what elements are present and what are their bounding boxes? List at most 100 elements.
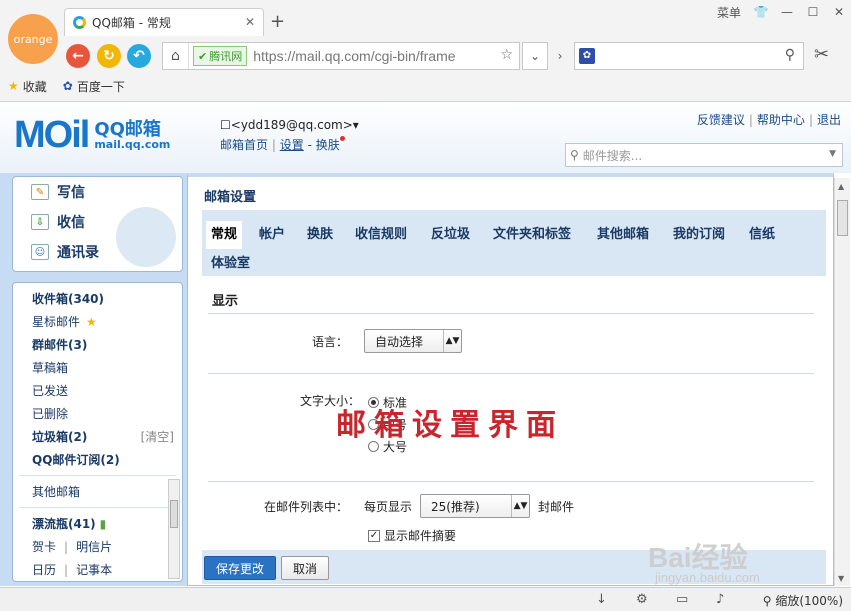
divider [208, 313, 814, 314]
folder-starred[interactable]: 星标邮件 ★ [13, 310, 182, 333]
shield-icon: ✔ [198, 49, 208, 63]
tab-rules[interactable]: 收信规则 [351, 221, 411, 249]
compose-button[interactable]: ✎ 写信 [13, 177, 182, 207]
folder-subscriptions[interactable]: QQ邮件订阅(2) [13, 448, 182, 471]
sidebar-scroll-thumb[interactable] [170, 500, 178, 528]
apps-row-1: 贺卡 | 明信片 [32, 538, 113, 555]
close-window-icon[interactable]: ✕ [827, 5, 851, 19]
folder-list: 收件箱(340) 星标邮件 ★ 群邮件(3) 草稿箱 已发送 已删除 垃圾箱(2)… [12, 282, 183, 582]
section-display-title: 显示 [212, 294, 239, 309]
home-icon[interactable]: ⌂ [163, 43, 189, 69]
scroll-up-icon[interactable]: ▲ [838, 182, 844, 191]
search-icon[interactable]: ⚲ [785, 47, 795, 63]
browser-search-input[interactable]: ✿ ⚲ [574, 42, 804, 70]
star-icon: ★ [86, 314, 97, 329]
show-summary-checkbox[interactable]: ✓ 显示邮件摘要 [368, 527, 456, 544]
mail-search-input[interactable]: ⚲ 邮件搜索... ▼ [565, 143, 843, 167]
brand-name: QQ邮箱 [94, 118, 161, 140]
tab-stationery[interactable]: 信纸 [745, 221, 779, 249]
penguin-decoration [116, 207, 176, 267]
tab-close-icon[interactable]: ✕ [245, 15, 255, 29]
tab-account[interactable]: 帐户 [255, 221, 289, 249]
tab-title: QQ邮箱 - 常规 [92, 16, 171, 30]
bookmark-baidu[interactable]: ✿ 百度一下 [63, 78, 125, 95]
shirt-icon[interactable]: 👕 [749, 5, 773, 19]
baidu-paw-icon: ✿ [579, 48, 595, 64]
bookmarks-bar: ★ 收藏 ✿ 百度一下 [0, 74, 851, 98]
folder-drafts[interactable]: 草稿箱 [13, 356, 182, 379]
postcard-link[interactable]: 明信片 [76, 538, 112, 555]
browser-logo[interactable]: orange [8, 14, 58, 64]
tab-other-mailbox[interactable]: 其他邮箱 [593, 221, 653, 249]
page-title: 邮箱设置 [204, 190, 257, 205]
speaker-icon[interactable]: ♪ [716, 592, 724, 607]
bookmark-favorites[interactable]: ★ 收藏 [8, 78, 47, 95]
baidu-paw-icon: ✿ [62, 79, 73, 93]
address-url[interactable]: https://mail.qq.com/cgi-bin/frame [253, 48, 483, 64]
dropdown-icon[interactable]: ▼ [829, 149, 836, 159]
empty-spam-link[interactable]: [清空] [141, 428, 174, 445]
checkbox-checked-icon: ✓ [368, 529, 380, 542]
download-icon[interactable]: ↓ [596, 592, 607, 607]
browser-tab[interactable]: QQ邮箱 - 常规 ✕ [64, 8, 264, 36]
mail-logo-mark: MOil [14, 114, 90, 156]
tab-labs[interactable]: 体验室 [207, 250, 254, 278]
overlay-caption: 邮箱设置界面 [336, 408, 564, 443]
language-select[interactable]: 自动选择 ▲▼ [364, 329, 462, 353]
tab-favicon-icon [73, 16, 86, 29]
settings-link[interactable]: 设置 [280, 138, 304, 152]
mail-home-link[interactable]: 邮箱首页 [220, 138, 268, 152]
tab-subscriptions[interactable]: 我的订阅 [669, 221, 729, 249]
feedback-link[interactable]: 反馈建议 [697, 113, 745, 127]
qqmail-logo[interactable]: MOil QQ邮箱 mail.qq.com [14, 114, 170, 157]
folder-sent[interactable]: 已发送 [13, 379, 182, 402]
zoom-level[interactable]: ⚲ 缩放(100%) [763, 592, 843, 609]
back-button[interactable]: ← [66, 44, 90, 68]
greeting-card-link[interactable]: 贺卡 [32, 538, 56, 555]
star-icon: ★ [8, 79, 19, 93]
page-scroll-thumb[interactable] [837, 200, 848, 236]
undo-button[interactable]: ↶ [127, 44, 151, 68]
per-page-select[interactable]: 25(推荐) ▲▼ [420, 494, 530, 518]
window-menu-button[interactable]: 菜单 [711, 4, 747, 21]
new-tab-button[interactable]: + [270, 11, 285, 32]
folder-spam[interactable]: 垃圾箱(2) [清空] [13, 425, 182, 448]
tab-folders[interactable]: 文件夹和标签 [489, 221, 575, 249]
drift-bottle[interactable]: 漂流瓶(41) ▮ [13, 512, 182, 535]
gear-icon[interactable]: ⚙ [636, 592, 648, 607]
page-scrollbar[interactable]: ▲ ▼ [834, 178, 850, 586]
folder-inbox[interactable]: 收件箱(340) [13, 287, 182, 310]
search-icon: ⚲ [570, 148, 579, 162]
tab-skin[interactable]: 换肤 [303, 221, 337, 249]
address-bar[interactable]: ⌂ ✔ 腾讯网 https://mail.qq.com/cgi-bin/frame… [162, 42, 520, 70]
logout-link[interactable]: 退出 [817, 113, 841, 127]
magnifier-icon: ⚲ [762, 594, 772, 608]
apps-row-2: 日历 | 记事本 [32, 561, 113, 578]
sidebar-scrollbar[interactable] [168, 479, 180, 579]
folder-group[interactable]: 群邮件(3) [13, 333, 182, 356]
account-name[interactable]: ☐<ydd189@qq.com>▾ [220, 118, 359, 132]
security-badge[interactable]: ✔ 腾讯网 [193, 46, 248, 66]
skin-link[interactable]: 换肤 [316, 138, 340, 152]
minimize-icon[interactable]: — [775, 5, 799, 19]
account-links: 邮箱首页 | 设置 - 换肤 [220, 136, 345, 153]
tab-antispam[interactable]: 反垃圾 [427, 221, 474, 249]
select-arrow-icon: ▲▼ [511, 495, 529, 517]
scissors-icon[interactable]: ✂ [814, 44, 829, 65]
tab-general[interactable]: 常规 [206, 221, 243, 249]
cancel-button[interactable]: 取消 [281, 556, 329, 580]
address-dropdown-icon[interactable]: ⌄ [522, 42, 548, 70]
help-link[interactable]: 帮助中心 [757, 113, 805, 127]
calendar-link[interactable]: 日历 [32, 561, 56, 578]
maximize-icon[interactable]: ☐ [801, 5, 825, 19]
window-icon[interactable]: ▭ [676, 592, 688, 607]
other-mailbox[interactable]: 其他邮箱 [13, 480, 182, 503]
forward-icon[interactable]: › [548, 42, 572, 70]
folder-deleted[interactable]: 已删除 [13, 402, 182, 425]
save-button[interactable]: 保存更改 [204, 556, 276, 580]
refresh-button[interactable]: ↻ [97, 44, 121, 68]
star-icon[interactable]: ☆ [500, 47, 513, 63]
notepad-link[interactable]: 记事本 [76, 561, 112, 578]
window-controls: 菜单 👕 — ☐ ✕ [711, 0, 851, 24]
scroll-down-icon[interactable]: ▼ [838, 574, 844, 583]
